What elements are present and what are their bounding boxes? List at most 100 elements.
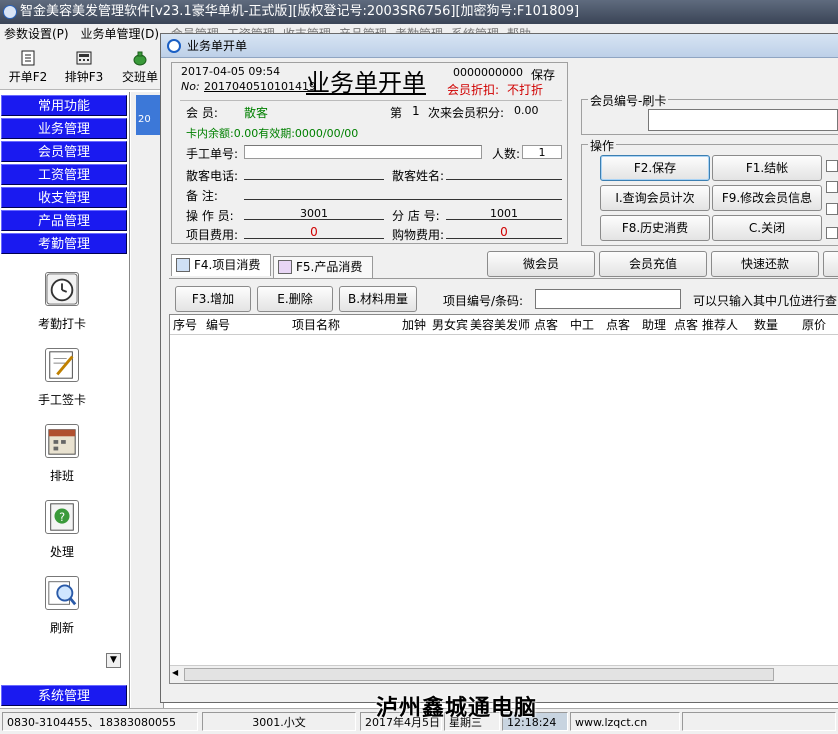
operator-field: 3001	[244, 207, 384, 220]
tile-refresh-label: 刷新	[49, 621, 74, 635]
handover-label: 交班单	[121, 70, 158, 84]
app-icon	[3, 5, 17, 19]
header-divider	[180, 100, 562, 101]
dialog-icon	[167, 39, 181, 53]
discount-value: 不打折	[507, 83, 544, 97]
quick-repay-button[interactable]: 快速还款	[711, 251, 819, 277]
tab-product-consumption[interactable]: F5.产品消费	[273, 256, 373, 278]
branch-field: 1001	[446, 207, 562, 220]
order-header-panel: 2017-04-05 09:54 No: 2017040510101419 业务…	[171, 62, 568, 244]
menu-orders[interactable]: 业务单管理(D)	[76, 24, 163, 44]
status-phone: 0830-3104455、18383080055	[2, 712, 198, 731]
scroll-thumb[interactable]	[184, 668, 774, 681]
nav-attendance[interactable]: 考勤管理	[1, 233, 127, 254]
order-datetime: 2017-04-05 09:54	[181, 65, 281, 78]
schedule-label: 排钟F3	[64, 70, 104, 84]
order-number: 2017040510101419	[204, 80, 316, 93]
process-icon: ?	[45, 500, 79, 534]
refresh-icon	[45, 576, 79, 610]
handover-button[interactable]: 交班单	[114, 48, 166, 88]
option-checkbox-1[interactable]	[826, 160, 838, 172]
people-input[interactable]: 1	[522, 145, 562, 159]
tile-manual-sign-label: 手工签卡	[37, 393, 86, 407]
card-input[interactable]	[648, 109, 838, 131]
people-label: 人数:	[492, 147, 521, 161]
material-usage-button[interactable]: B.材料用量	[339, 286, 417, 312]
watermark-text: 泸州鑫城通电脑	[376, 696, 538, 721]
scroll-down-button[interactable]: ▼	[106, 653, 121, 668]
delete-item-button[interactable]: E.删除	[257, 286, 333, 312]
nav-business[interactable]: 业务管理	[1, 118, 127, 139]
member-value: 散客	[244, 106, 269, 120]
card-group-title: 会员编号-刷卡	[588, 92, 669, 109]
nav-system[interactable]: 系统管理	[1, 685, 127, 706]
tile-process-label: 处理	[49, 545, 74, 559]
col-code: 编号	[206, 318, 231, 332]
scroll-left-icon[interactable]: ◀	[172, 668, 178, 677]
grid-header: 序号 编号 项目名称 加钟 男女宾 美容美发师 点客 中工 点客 助理 点客 推…	[170, 315, 838, 335]
nav-finance[interactable]: 收支管理	[1, 187, 127, 208]
nav-common[interactable]: 常用功能	[1, 95, 127, 116]
grid-horizontal-scrollbar[interactable]: ◀	[170, 665, 838, 683]
discount-label: 会员折扣:	[447, 83, 500, 97]
tab-divider	[169, 278, 838, 279]
option-checkbox-3[interactable]	[826, 203, 838, 215]
card-balance-info: 卡内余额:0.00有效期:0000/00/00	[186, 127, 359, 140]
tile-schedule[interactable]: 排班	[22, 424, 102, 484]
nav-member[interactable]: 会员管理	[1, 141, 127, 162]
order-heading: 业务单开单	[306, 69, 426, 97]
guest-name-input[interactable]	[446, 167, 562, 180]
nav-product[interactable]: 产品管理	[1, 210, 127, 231]
wechat-member-button[interactable]: 微会员	[487, 251, 595, 277]
schedule-button[interactable]: 排钟F3	[58, 48, 110, 88]
consumption-grid[interactable]: 序号 编号 项目名称 加钟 男女宾 美容美发师 点客 中工 点客 助理 点客 推…	[169, 314, 838, 684]
item-fee-value: 0	[244, 226, 384, 239]
save-button[interactable]: F2.保存	[600, 155, 710, 181]
checkout-button[interactable]: F1.结帐	[712, 155, 822, 181]
remark-input[interactable]	[244, 187, 562, 200]
tile-schedule-label: 排班	[49, 469, 74, 483]
points-label: 次来会员积分:	[428, 106, 505, 120]
member-recharge-button[interactable]: 会员充值	[599, 251, 707, 277]
tile-manual-sign[interactable]: 手工签卡	[22, 348, 102, 408]
left-nav: 常用功能 业务管理 会员管理 工资管理 收支管理 产品管理 考勤管理 考勤打卡 …	[0, 92, 130, 708]
open-order-button[interactable]: 开单F2	[2, 48, 54, 88]
tile-clock-in[interactable]: 考勤打卡	[22, 272, 102, 332]
product-icon	[278, 260, 292, 274]
ops-group-title: 操作	[588, 137, 617, 154]
background-row-text: 20	[138, 114, 151, 125]
calendar-icon	[45, 424, 79, 458]
col-extra-time: 加钟	[402, 318, 427, 332]
col-pick-3: 点客	[674, 318, 699, 332]
col-price: 原价	[802, 318, 827, 332]
col-mid-worker: 中工	[570, 318, 595, 332]
option-checkbox-4[interactable]	[826, 227, 838, 239]
tile-refresh[interactable]: 刷新	[22, 576, 102, 636]
col-referrer: 推荐人	[702, 318, 739, 332]
edit-member-button[interactable]: F9.修改会员信息	[712, 185, 822, 211]
seq-label: 第	[390, 106, 403, 120]
col-seq: 序号	[173, 318, 198, 332]
manual-no-input[interactable]	[244, 145, 482, 159]
close-button[interactable]: C.关闭	[712, 215, 822, 241]
status-site: www.lzqct.cn	[570, 712, 680, 731]
tile-clock-in-label: 考勤打卡	[37, 317, 86, 331]
add-item-button[interactable]: F3.增加	[175, 286, 251, 312]
tile-process[interactable]: ? 处理	[22, 500, 102, 560]
tab-item-consumption[interactable]: F4.项目消费	[171, 254, 271, 276]
guest-name-label: 散客姓名:	[392, 169, 445, 183]
query-member-button[interactable]: I.查询会员计次	[600, 185, 710, 211]
option-checkbox-2[interactable]	[826, 181, 838, 193]
status-extra	[682, 712, 836, 731]
phone-input[interactable]	[244, 167, 384, 180]
history-button[interactable]: F8.历史消费	[600, 215, 710, 241]
member-label: 会 员:	[186, 106, 218, 120]
col-gender: 男女宾	[432, 318, 469, 332]
edit-icon	[45, 348, 79, 382]
menu-params[interactable]: 参数设置(P)	[0, 24, 73, 44]
table-icon	[176, 258, 190, 272]
nav-salary[interactable]: 工资管理	[1, 164, 127, 185]
more-button[interactable]	[823, 251, 838, 277]
remark-label: 备 注:	[186, 189, 218, 203]
item-code-input[interactable]	[535, 289, 681, 309]
